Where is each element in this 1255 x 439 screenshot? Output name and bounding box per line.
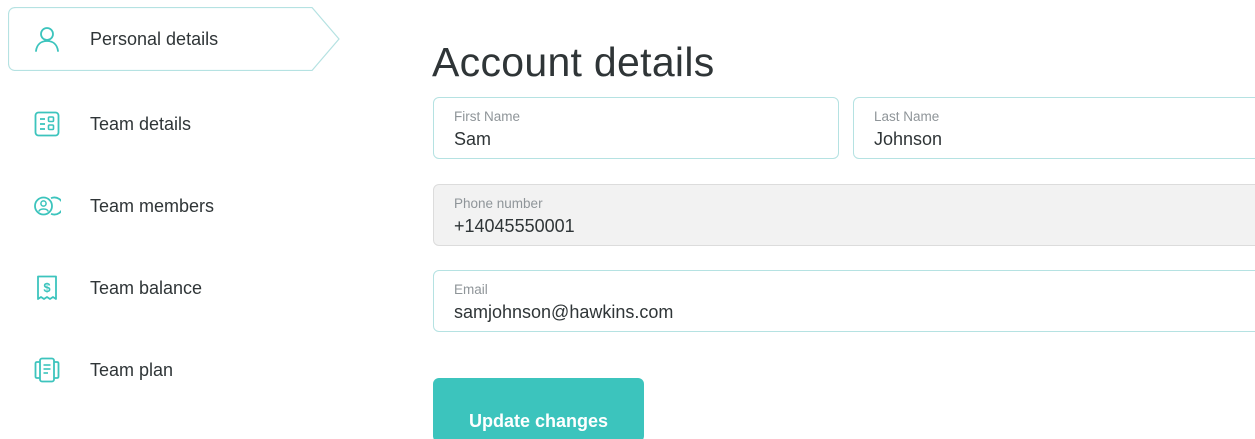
account-page: Personal details Team details Team membe… <box>0 0 1255 439</box>
team-details-icon <box>33 110 61 138</box>
email-label: Email <box>454 282 488 297</box>
sidebar-item-personal-details[interactable]: Personal details <box>8 7 340 71</box>
team-members-icon <box>33 192 61 220</box>
update-changes-button[interactable]: Update changes <box>433 378 644 439</box>
first-name-field[interactable]: First Name <box>433 97 839 159</box>
svg-text:$: $ <box>43 280 51 295</box>
email-field[interactable]: Email <box>433 270 1255 332</box>
sidebar-item-label: Team members <box>90 196 215 216</box>
first-name-label: First Name <box>454 109 521 124</box>
sidebar-item-label: Team balance <box>90 278 203 298</box>
first-name-input[interactable] <box>454 129 814 150</box>
page-title: Account details <box>432 39 715 86</box>
last-name-field[interactable]: Last Name <box>853 97 1255 159</box>
sidebar-item-label: Personal details <box>90 29 219 49</box>
sidebar-item-team-balance[interactable]: $ Team balance <box>8 256 340 320</box>
sidebar-item-team-members[interactable]: Team members <box>8 174 340 238</box>
sidebar-item-label: Team plan <box>90 360 174 380</box>
phone-number-input <box>454 216 814 237</box>
email-input[interactable] <box>454 302 814 323</box>
phone-number-label: Phone number <box>454 196 543 211</box>
plan-card-icon <box>33 356 61 384</box>
sidebar-item-team-details[interactable]: Team details <box>8 92 340 156</box>
sidebar-item-label: Team details <box>90 114 192 134</box>
sidebar-item-team-plan[interactable]: Team plan <box>8 338 340 402</box>
sidebar-nav: Personal details Team details Team membe… <box>0 0 360 439</box>
last-name-label: Last Name <box>874 109 940 124</box>
phone-number-field: Phone number <box>433 184 1255 246</box>
last-name-input[interactable] <box>874 129 1234 150</box>
user-icon <box>33 25 61 53</box>
receipt-dollar-icon: $ <box>33 274 61 302</box>
